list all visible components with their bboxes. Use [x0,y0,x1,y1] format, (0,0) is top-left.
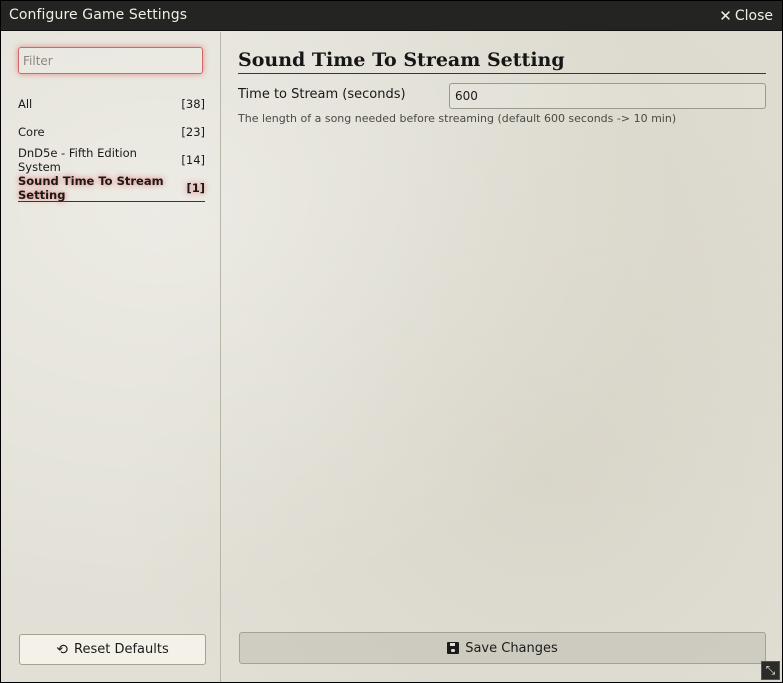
category-label: DnD5e - Fifth Edition System [18,146,137,174]
reset-defaults-button[interactable]: ⟲ Reset Defaults [19,634,206,665]
floppy-disk-icon [447,642,460,654]
category-item-core[interactable]: Core [23] [18,118,205,146]
close-button[interactable]: ✕ Close [719,7,773,25]
category-label: Sound Time To Stream Setting [18,173,164,202]
undo-icon: ⟲ [56,641,68,658]
settings-sidebar: All [38] Core [23] DnD5e - Fifth Edition… [1,32,221,682]
reset-defaults-label: Reset Defaults [74,642,169,657]
section-heading: Sound Time To Stream Setting [238,49,766,74]
category-list: All [38] Core [23] DnD5e - Fifth Edition… [18,90,205,202]
window-titlebar[interactable]: Configure Game Settings ✕ Close [1,1,782,31]
settings-main: Sound Time To Stream Setting Time to Str… [222,32,782,682]
category-label: All [18,97,33,111]
resize-icon[interactable]: ⤡ [761,661,780,680]
time-to-stream-input[interactable] [449,83,766,109]
close-icon: ✕ [719,7,732,25]
settings-window: Configure Game Settings ✕ Close All [38]… [0,0,783,683]
time-to-stream-label: Time to Stream (seconds) [238,87,406,102]
category-item-all[interactable]: All [38] [18,90,205,118]
category-count: [23] [181,125,205,139]
category-count: [14] [181,153,205,167]
filter-input[interactable] [18,47,203,74]
category-item-sound-time-to-stream[interactable]: Sound Time To Stream Setting [1] [18,174,205,202]
save-changes-label: Save Changes [465,640,558,656]
category-label: Core [18,125,45,139]
window-title: Configure Game Settings [9,7,188,23]
category-count: [38] [181,97,205,111]
time-to-stream-hint: The length of a song needed before strea… [238,112,677,125]
category-item-dnd5e[interactable]: DnD5e - Fifth Edition System [14] [18,146,205,174]
save-changes-button[interactable]: Save Changes [239,632,766,664]
category-count: [1] [186,180,205,195]
close-label: Close [734,8,773,24]
